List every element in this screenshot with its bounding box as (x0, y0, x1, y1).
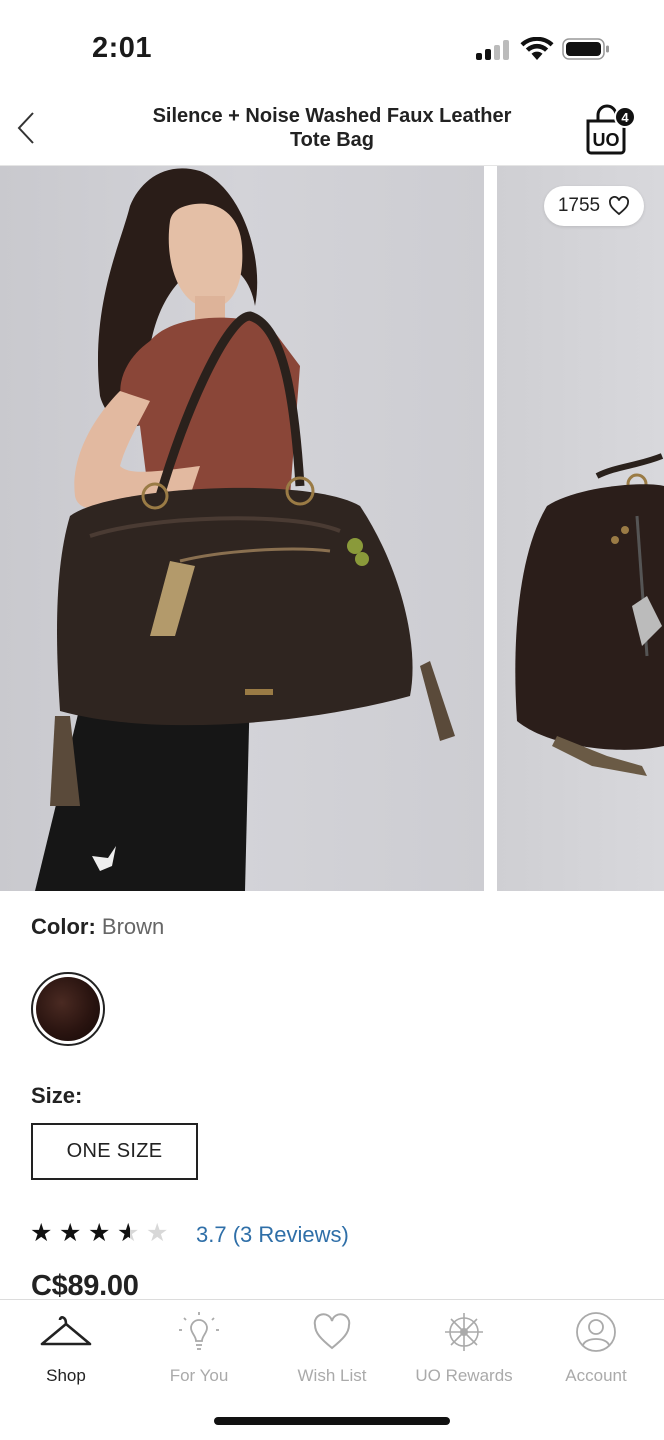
star-empty-icon: ★ (146, 1219, 169, 1247)
product-photo-model[interactable] (0, 166, 484, 891)
bag-count-badge: 4 (614, 106, 636, 128)
tab-label: For You (169, 1366, 229, 1385)
tab-label: Wish List (297, 1366, 367, 1385)
star-half-icon: ★ (117, 1221, 143, 1249)
color-swatch-brown[interactable] (31, 972, 105, 1046)
reviews-link[interactable]: 3.7 (3 Reviews) (196, 1222, 349, 1248)
size-label: Size: (31, 1083, 83, 1108)
star-icon: ★ (59, 1219, 82, 1247)
color-value: Brown (101, 914, 165, 939)
shopping-bag-button[interactable]: UO 4 (580, 102, 638, 158)
status-bar: 2:01 (0, 0, 664, 96)
page-title: Silence + Noise Washed Faux Leather Tote… (152, 105, 512, 151)
model-with-tote-illustration (35, 168, 455, 891)
cellular-signal-icon (476, 40, 510, 60)
status-time: 2:01 (92, 32, 153, 64)
tab-for-you[interactable]: For You (133, 1310, 265, 1390)
color-label: Color: (31, 914, 96, 939)
product-image-gallery[interactable] (0, 166, 664, 891)
tab-account[interactable]: Account (530, 1310, 662, 1390)
back-button[interactable] (10, 108, 42, 148)
heart-icon (609, 196, 630, 216)
product-photo-bag[interactable] (497, 166, 664, 891)
like-count: 1755 (557, 195, 601, 216)
tab-label: Account (565, 1366, 627, 1385)
hanger-icon (40, 1316, 92, 1346)
swatch-fill (36, 977, 100, 1041)
home-indicator[interactable] (214, 1417, 450, 1425)
tab-label: UO Rewards (415, 1366, 513, 1385)
account-icon (576, 1312, 616, 1352)
color-row: Color: Brown (31, 914, 164, 940)
lightbulb-icon (179, 1312, 219, 1350)
svg-text:UO: UO (593, 130, 620, 150)
wishlist-like-button[interactable]: 1755 (544, 186, 644, 226)
star-icon: ★ (30, 1219, 53, 1247)
chevron-left-icon (17, 112, 34, 144)
tab-uo-rewards[interactable]: UO Rewards (398, 1310, 530, 1390)
tab-wish-list[interactable]: Wish List (266, 1310, 398, 1390)
product-header: Silence + Noise Washed Faux Leather Tote… (0, 96, 664, 166)
size-option-button[interactable]: ONE SIZE (31, 1123, 198, 1180)
star-icon: ★ (88, 1219, 111, 1247)
battery-icon (562, 38, 609, 60)
rewards-icon (445, 1313, 483, 1351)
star-rating: ★ ★ ★ ★ ★ (30, 1221, 172, 1249)
heart-icon (313, 1313, 351, 1350)
tote-product-illustration (515, 453, 664, 776)
tab-shop[interactable]: Shop (0, 1310, 132, 1390)
tab-label: Shop (46, 1366, 86, 1385)
rating-row[interactable]: ★ ★ ★ ★ ★ 3.7 (3 Reviews) (30, 1218, 349, 1252)
wifi-icon (520, 37, 554, 60)
